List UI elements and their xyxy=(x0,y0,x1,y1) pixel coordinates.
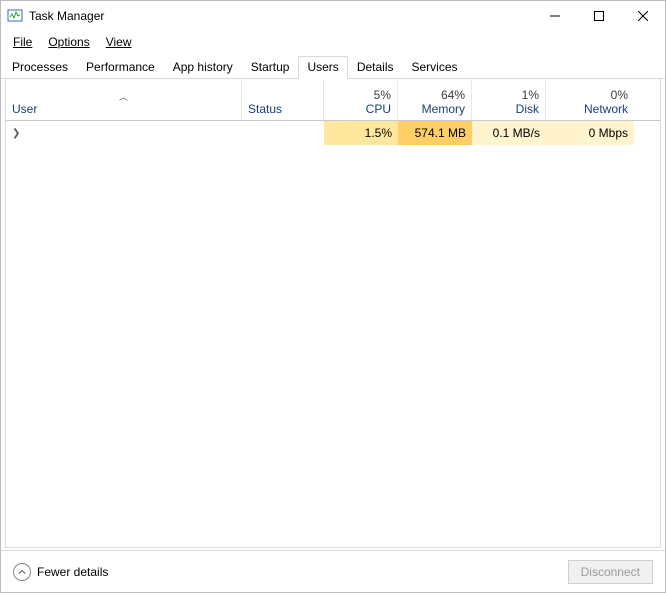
tabs: Processes Performance App history Startu… xyxy=(1,55,665,79)
tab-processes[interactable]: Processes xyxy=(3,56,77,79)
table-row[interactable]: ❯ 1.5% 574.1 MB 0.1 MB/s 0 Mbps xyxy=(6,121,660,145)
chevron-up-icon xyxy=(13,563,31,581)
tab-performance[interactable]: Performance xyxy=(77,56,164,79)
window-title: Task Manager xyxy=(29,9,104,23)
tab-startup[interactable]: Startup xyxy=(242,56,299,79)
minimize-button[interactable] xyxy=(533,1,577,31)
column-header-cpu[interactable]: 5% CPU xyxy=(324,79,398,120)
header-user-label: User xyxy=(12,102,235,116)
menu-view[interactable]: View xyxy=(98,33,140,51)
menu-file[interactable]: File xyxy=(5,33,40,51)
cell-network: 0 Mbps xyxy=(546,121,634,145)
fewer-details-label: Fewer details xyxy=(37,565,108,579)
cell-user: ❯ xyxy=(6,121,242,145)
sort-arrow-icon: ︿ xyxy=(12,92,235,102)
tab-app-history[interactable]: App history xyxy=(164,56,242,79)
maximize-button[interactable] xyxy=(577,1,621,31)
column-header-user[interactable]: ︿ User xyxy=(6,79,242,120)
cell-memory: 574.1 MB xyxy=(398,121,472,145)
cell-status xyxy=(242,121,324,145)
header-memory-pct: 64% xyxy=(441,88,465,102)
column-header-network[interactable]: 0% Network xyxy=(546,79,634,120)
column-header-disk[interactable]: 1% Disk xyxy=(472,79,546,120)
column-header-memory[interactable]: 64% Memory xyxy=(398,79,472,120)
tab-details[interactable]: Details xyxy=(348,56,403,79)
titlebar: Task Manager xyxy=(1,1,665,31)
header-memory-label: Memory xyxy=(422,102,465,116)
fewer-details-button[interactable]: Fewer details xyxy=(13,563,108,581)
close-button[interactable] xyxy=(621,1,665,31)
tab-services[interactable]: Services xyxy=(403,56,467,79)
expand-icon[interactable]: ❯ xyxy=(12,128,24,139)
content-area: ︿ User Status 5% CPU 64% Memory 1% Disk … xyxy=(5,79,661,548)
menu-options[interactable]: Options xyxy=(40,33,97,51)
header-cpu-label: CPU xyxy=(366,102,391,116)
header-network-pct: 0% xyxy=(611,88,628,102)
footer: Fewer details Disconnect xyxy=(1,550,665,592)
header-status-label: Status xyxy=(248,102,317,116)
menubar: File Options View xyxy=(1,31,665,53)
disconnect-button: Disconnect xyxy=(568,560,653,584)
cell-disk: 0.1 MB/s xyxy=(472,121,546,145)
header-cpu-pct: 5% xyxy=(374,88,391,102)
cell-cpu: 1.5% xyxy=(324,121,398,145)
task-manager-icon xyxy=(7,8,23,24)
column-header-status[interactable]: Status xyxy=(242,79,324,120)
header-disk-label: Disk xyxy=(516,102,539,116)
column-headers: ︿ User Status 5% CPU 64% Memory 1% Disk … xyxy=(6,79,660,121)
header-network-label: Network xyxy=(584,102,628,116)
header-disk-pct: 1% xyxy=(522,88,539,102)
tab-users[interactable]: Users xyxy=(298,56,347,79)
